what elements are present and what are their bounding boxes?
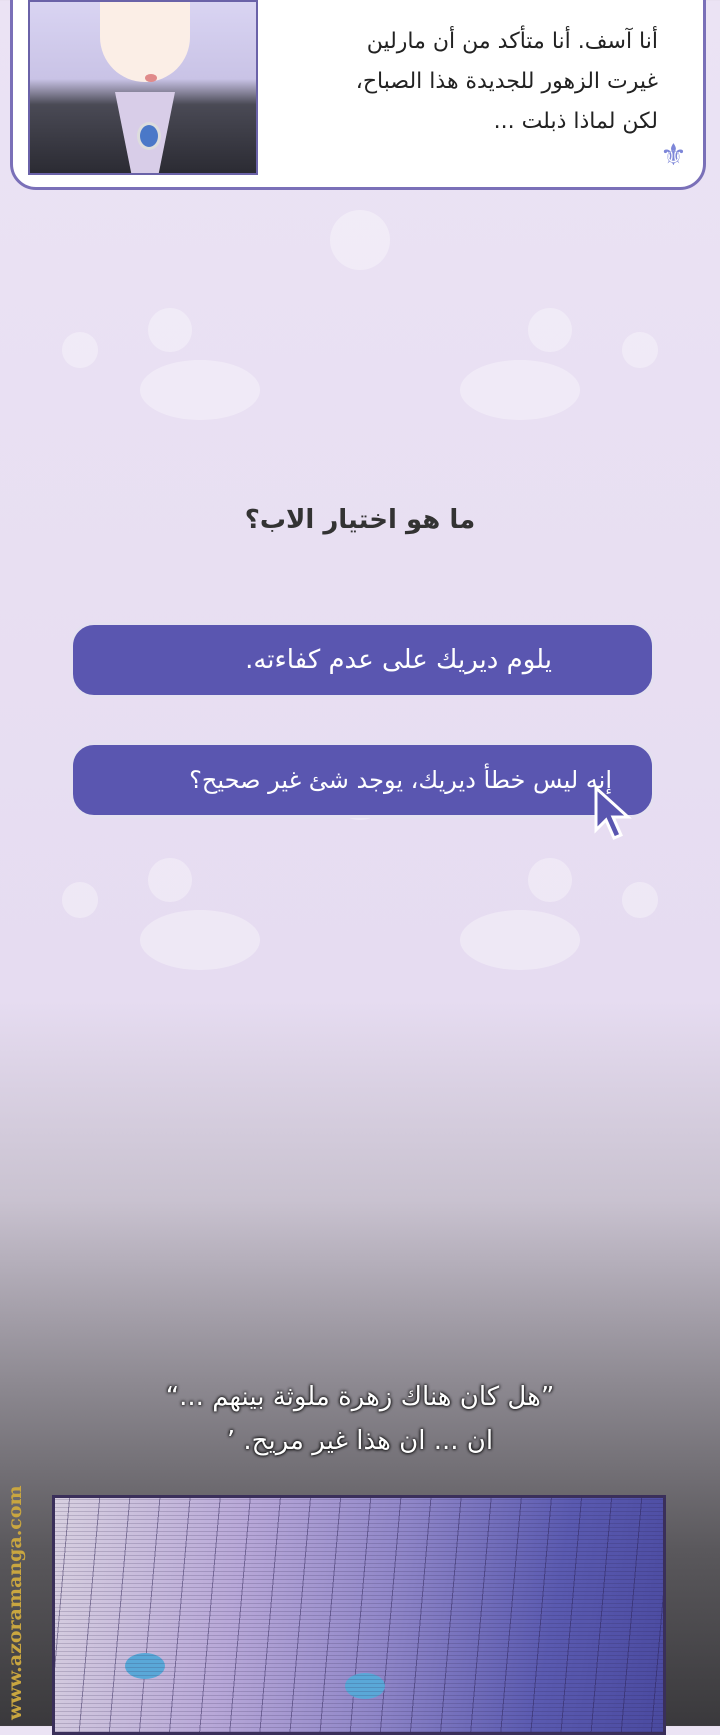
manga-panel-closeup	[52, 1495, 666, 1735]
choice-option-1[interactable]: يلوم ديريك على عدم كفاءته.	[70, 622, 655, 698]
choice-question: ما هو اختيار الاب؟	[244, 505, 476, 535]
dialog-line: غيرت الزهور للجديدة هذا الصباح،	[355, 69, 658, 94]
choice-option-2[interactable]: إنه ليس خطأ ديريك، يوجد شئ غير صحيح؟	[70, 742, 655, 818]
caption-line: ان ... ان هذا غير مريح. ’	[226, 1426, 494, 1456]
dialog-line: لكن لماذا ذبلت ...	[493, 109, 658, 134]
watermark: www.azoramanga.com	[4, 1485, 26, 1720]
dialog-line: أنا آسف. أنا متأكد من أن مارلين	[366, 29, 658, 54]
dialog-text: أنا آسف. أنا متأكد من أن مارلين غيرت الز…	[258, 22, 658, 142]
narration-caption: ”هل كان هناك زهرة ملوثة بينهم ...“ ان ..…	[0, 1375, 720, 1463]
mouse-cursor-icon	[594, 786, 632, 840]
fleur-de-lis-icon: ⚜	[660, 138, 687, 173]
caption-line: ”هل كان هناك زهرة ملوثة بينهم ...“	[165, 1382, 555, 1412]
character-portrait	[28, 0, 258, 175]
